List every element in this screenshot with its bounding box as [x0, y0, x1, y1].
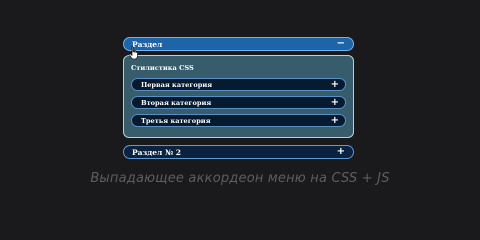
hand-pointer-icon [128, 46, 138, 60]
section-1-header[interactable]: Раздел − [123, 37, 354, 51]
plus-icon[interactable]: + [331, 115, 339, 126]
accordion-menu: Раздел − Стилистика CSS Первая категория… [123, 37, 354, 159]
minus-icon[interactable]: − [337, 39, 345, 49]
category-item-2[interactable]: Вторая категория + [131, 96, 346, 109]
category-item-label: Вторая категория [141, 98, 212, 107]
category-item-1[interactable]: Первая категория + [131, 78, 346, 91]
section-2-header[interactable]: Раздел № 2 + [123, 145, 354, 159]
panel-subtitle: Стилистика CSS [131, 64, 194, 72]
category-item-label: Первая категория [141, 80, 213, 89]
section-2-label: Раздел № 2 [132, 147, 181, 157]
section-1-label: Раздел [132, 39, 163, 49]
category-item-label: Третья категория [141, 116, 211, 125]
page-caption: Выпадающее аккордеон меню на CSS + JS [90, 171, 390, 186]
section-1-panel: Стилистика CSS Первая категория + Вторая… [123, 55, 354, 138]
plus-icon[interactable]: + [331, 79, 339, 90]
plus-icon[interactable]: + [337, 147, 345, 157]
plus-icon[interactable]: + [331, 97, 339, 108]
category-item-3[interactable]: Третья категория + [131, 114, 346, 127]
